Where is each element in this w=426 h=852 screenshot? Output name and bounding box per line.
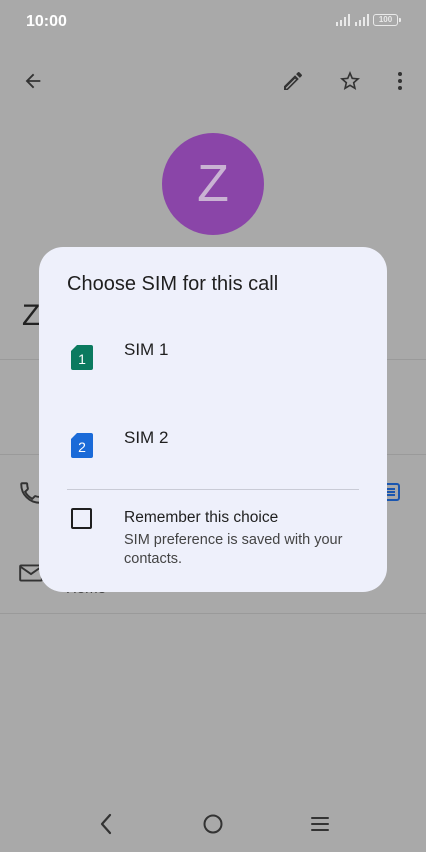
choose-sim-dialog: Choose SIM for this call 1 SIM 1 2 SIM 2… [39,247,387,592]
signal-icon-2 [355,14,369,26]
sim-1-label: SIM 1 [124,340,169,359]
divider [0,613,426,614]
arrow-left-icon [25,73,41,89]
svg-text:2: 2 [78,439,86,455]
sim-1-option[interactable]: 1 SIM 1 [39,322,387,392]
contact-name: Z [22,299,41,332]
status-time: 10:00 [26,13,67,30]
star-outline-icon [340,71,360,90]
menu-lines-icon [311,817,329,831]
signal-icon [336,14,350,26]
sim-2-option[interactable]: 2 SIM 2 [39,410,387,480]
more-vertical-icon [398,72,402,90]
back-button[interactable] [18,66,48,96]
dialog-divider [67,489,359,490]
sim-card-2-icon: 2 [71,433,93,458]
status-bar: 10:00 100 [0,0,426,44]
nav-home-button[interactable] [196,808,230,840]
pencil-icon [284,71,302,90]
remember-choice-label: Remember this choice [124,509,279,526]
remember-choice-checkbox[interactable] [71,508,92,529]
avatar: Z [162,133,264,235]
nav-recents-button[interactable] [303,808,337,840]
battery-icon: 100 [373,14,401,26]
remember-choice-description: SIM preference is saved with your contac… [124,532,343,567]
edit-button[interactable] [278,66,308,96]
favorite-button[interactable] [335,66,365,96]
sim-card-1-icon: 1 [71,345,93,370]
sim-2-label: SIM 2 [124,428,169,447]
dialog-title: Choose SIM for this call [67,273,279,295]
nav-back-button[interactable] [89,808,123,840]
svg-text:1: 1 [78,351,86,367]
home-circle-icon [203,814,223,834]
chevron-left-icon [100,813,112,835]
more-options-button[interactable] [385,66,415,96]
